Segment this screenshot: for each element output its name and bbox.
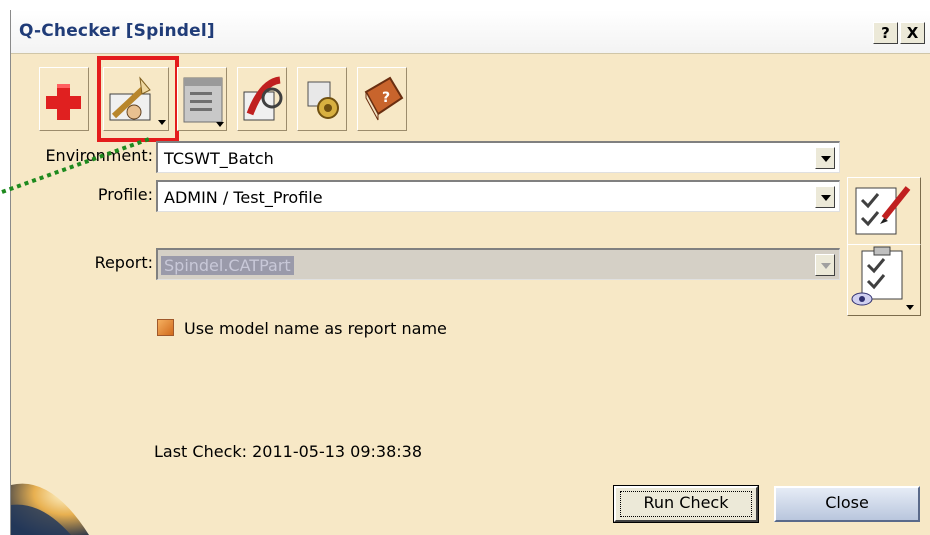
use-model-name-checkbox[interactable] [157,319,174,336]
globe-logo-icon [11,483,89,535]
edit-checklist-icon [855,186,911,235]
close-label: Close [825,493,869,512]
toolbar-highlight [97,56,179,142]
profile-value: ADMIN / Test_Profile [164,188,323,207]
title-bar[interactable]: Q-Checker [Spindel] ? X [11,10,930,54]
view-report-button[interactable] [847,244,921,316]
profile-select[interactable]: ADMIN / Test_Profile [156,180,840,212]
report-value: Spindel.CATPart [161,256,294,275]
analysis-button[interactable] [237,67,287,131]
chevron-down-icon[interactable] [815,186,835,208]
add-cross-icon [46,84,81,120]
use-model-name-label: Use model name as report name [184,319,447,338]
add-button[interactable] [39,67,89,131]
run-check-button[interactable]: Run Check [613,485,759,523]
environment-label: Environment: [45,146,153,165]
focus-rectangle [620,491,752,517]
environment-value: TCSWT_Batch [164,149,274,168]
report-label: Report: [94,253,153,272]
profile-label: Profile: [97,185,153,204]
gear-settings-button[interactable] [297,67,347,131]
edit-profile-button[interactable] [847,177,921,249]
window-title: Q-Checker [Spindel] [19,21,215,41]
list-window-button[interactable] [177,67,227,131]
help-book-button[interactable]: ? [357,67,407,131]
help-button[interactable]: ? [873,22,898,44]
chevron-down-icon[interactable] [815,254,835,276]
close-button[interactable]: Close [774,486,920,522]
report-view-icon [851,246,914,310]
last-check-text: Last Check: 2011-05-13 09:38:38 [154,442,423,461]
help-book-icon: ? [364,76,404,121]
list-window-icon [183,77,224,127]
chevron-down-icon[interactable] [815,147,835,169]
analysis-icon [243,76,283,121]
svg-text:?: ? [382,90,390,106]
gear-settings-icon [307,81,339,119]
report-select[interactable]: Spindel.CATPart [156,248,840,280]
environment-select[interactable]: TCSWT_Batch [156,141,840,173]
close-window-button[interactable]: X [900,22,925,44]
q-checker-dialog: Q-Checker [Spindel] ? X ? Environment: T… [10,10,930,535]
